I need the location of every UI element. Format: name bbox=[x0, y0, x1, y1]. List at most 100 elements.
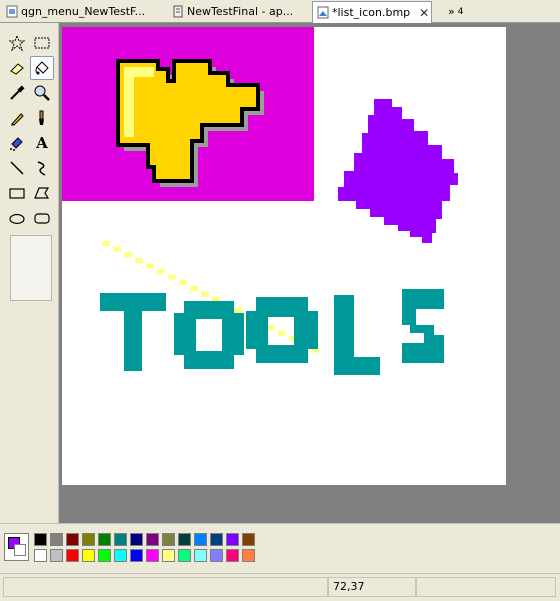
line-tool[interactable] bbox=[5, 156, 29, 180]
magnifier-icon bbox=[34, 85, 50, 101]
color-swatch[interactable] bbox=[98, 549, 111, 562]
polygon-tool[interactable] bbox=[30, 181, 54, 205]
brush-icon bbox=[39, 110, 44, 125]
color-swatch[interactable] bbox=[50, 549, 63, 562]
dotted-line-segment bbox=[267, 325, 275, 330]
dotted-line-segment bbox=[157, 269, 165, 274]
pencil-icon bbox=[11, 113, 24, 126]
magnifier-tool[interactable] bbox=[30, 81, 54, 105]
airbrush-icon bbox=[10, 137, 23, 151]
tab-newtestfinal[interactable]: NewTestFinal - ap... bbox=[168, 2, 308, 21]
color-picker-tool[interactable] bbox=[5, 81, 29, 105]
rect-select-tool[interactable] bbox=[30, 31, 54, 55]
fill-tool[interactable] bbox=[30, 56, 54, 80]
color-swatch[interactable] bbox=[242, 549, 255, 562]
background-color[interactable] bbox=[14, 544, 26, 556]
color-swatch[interactable] bbox=[130, 549, 143, 562]
purple-diamond-shape bbox=[338, 99, 458, 243]
free-select-tool[interactable] bbox=[5, 31, 29, 55]
dotted-line-segment bbox=[278, 330, 286, 336]
paint-bucket-icon bbox=[35, 61, 49, 75]
color-swatch[interactable] bbox=[226, 549, 239, 562]
letter-t1 bbox=[100, 293, 166, 371]
text-tool-glyph: A bbox=[36, 134, 48, 152]
eraser-tool[interactable] bbox=[5, 56, 29, 80]
tab-label: qgn_menu_NewTestF... bbox=[21, 5, 146, 18]
tab-label: *list_icon.bmp bbox=[332, 6, 411, 19]
color-swatch[interactable] bbox=[194, 533, 207, 546]
pencil-tool[interactable] bbox=[5, 106, 29, 130]
rounded-rect-tool[interactable] bbox=[30, 206, 54, 230]
dotted-line-segment bbox=[146, 263, 154, 269]
color-swatch[interactable] bbox=[194, 549, 207, 562]
ellipse-tool[interactable] bbox=[5, 206, 29, 230]
color-swatch[interactable] bbox=[210, 549, 223, 562]
rounded-rectangle-icon bbox=[34, 213, 50, 224]
status-bar: 72,37 bbox=[0, 573, 560, 601]
star-select-icon bbox=[8, 34, 26, 52]
canvas-workarea bbox=[59, 23, 560, 523]
letter-o1 bbox=[174, 301, 244, 369]
color-swatch[interactable] bbox=[66, 533, 79, 546]
color-swatch[interactable] bbox=[162, 533, 175, 546]
color-swatch[interactable] bbox=[178, 533, 191, 546]
drawing-canvas[interactable] bbox=[62, 27, 506, 485]
letter-s bbox=[402, 289, 444, 363]
color-swatch[interactable] bbox=[82, 549, 95, 562]
tool-box: A bbox=[0, 23, 59, 523]
brush-tool[interactable] bbox=[30, 106, 54, 130]
dotted-line-segment bbox=[102, 241, 110, 246]
tab-list-icon[interactable]: *list_icon.bmp ✕ bbox=[312, 1, 432, 23]
tab-overflow-button[interactable]: » 4 bbox=[446, 2, 468, 21]
color-swatch[interactable] bbox=[50, 533, 63, 546]
dotted-line-segment bbox=[179, 280, 187, 286]
airbrush-tool[interactable] bbox=[5, 131, 29, 155]
color-swatch[interactable] bbox=[162, 549, 175, 562]
color-swatch[interactable] bbox=[114, 549, 127, 562]
eyedropper-icon bbox=[10, 85, 25, 100]
eraser-icon bbox=[10, 63, 24, 75]
image-file-icon bbox=[6, 5, 18, 18]
rectangle-icon bbox=[9, 188, 25, 199]
bitmap-file-icon bbox=[317, 6, 329, 19]
color-swatch[interactable] bbox=[114, 533, 127, 546]
color-swatch[interactable] bbox=[98, 533, 111, 546]
color-swatch[interactable] bbox=[242, 533, 255, 546]
color-swatch[interactable] bbox=[82, 533, 95, 546]
current-colors-indicator[interactable] bbox=[4, 533, 29, 561]
tool-options-box[interactable] bbox=[10, 235, 52, 301]
text-tool[interactable]: A bbox=[30, 131, 54, 155]
letter-o2 bbox=[246, 297, 318, 363]
file-icon bbox=[173, 5, 183, 18]
line-icon bbox=[10, 161, 24, 175]
color-swatch[interactable] bbox=[226, 533, 239, 546]
tab-qgn-menu[interactable]: qgn_menu_NewTestF... bbox=[2, 2, 164, 21]
ellipse-icon bbox=[9, 213, 25, 225]
dotted-line-segment bbox=[168, 274, 176, 280]
dotted-line-segment bbox=[234, 308, 242, 314]
dotted-line-segment bbox=[201, 291, 209, 297]
dotted-line-segment bbox=[113, 246, 121, 252]
cursor-coordinates: 72,37 bbox=[328, 577, 416, 597]
rectangle-tool[interactable] bbox=[5, 181, 29, 205]
close-icon[interactable]: ✕ bbox=[419, 6, 429, 20]
color-swatch[interactable] bbox=[34, 549, 47, 562]
curve-icon bbox=[37, 161, 46, 176]
color-swatch[interactable] bbox=[146, 533, 159, 546]
color-swatch[interactable] bbox=[210, 533, 223, 546]
color-swatch[interactable] bbox=[178, 549, 191, 562]
color-swatch[interactable] bbox=[34, 533, 47, 546]
canvas-artwork bbox=[62, 27, 458, 375]
dotted-line-segment bbox=[135, 257, 143, 263]
color-palette bbox=[0, 523, 560, 574]
overflow-count: 4 bbox=[457, 6, 464, 17]
tab-label: NewTestFinal - ap... bbox=[187, 5, 294, 18]
curve-tool[interactable] bbox=[30, 156, 54, 180]
letter-l bbox=[334, 295, 380, 375]
tools-lettering bbox=[100, 289, 444, 375]
color-swatch[interactable] bbox=[146, 549, 159, 562]
color-swatch[interactable] bbox=[66, 549, 79, 562]
color-swatch[interactable] bbox=[130, 533, 143, 546]
polygon-icon bbox=[34, 187, 50, 199]
status-message bbox=[3, 577, 328, 597]
